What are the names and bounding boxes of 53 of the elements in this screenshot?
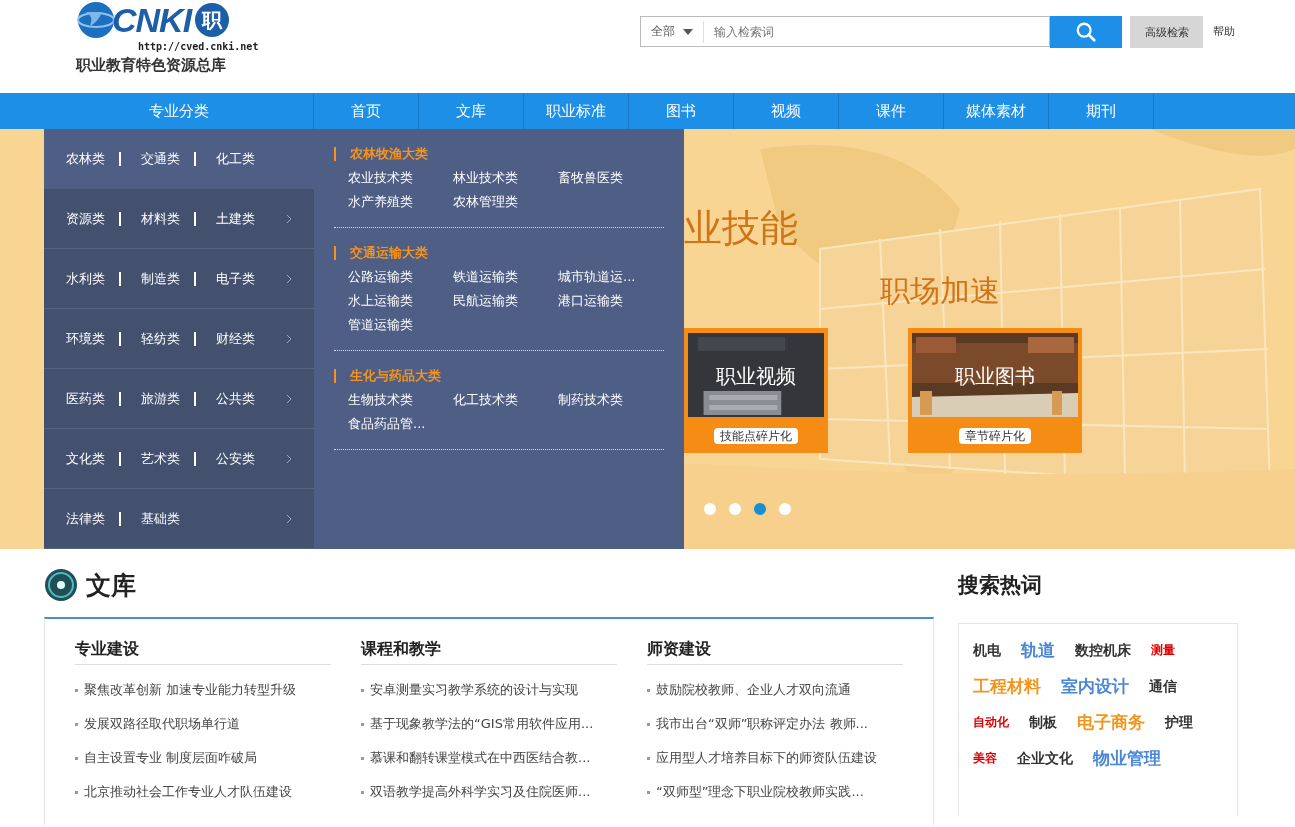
hot-word-link[interactable]: 制板 — [1029, 708, 1057, 736]
article-link[interactable]: 慕课和翻转课堂模式在中西医结合教... — [370, 749, 591, 767]
site-subtitle: 职业教育特色资源总库 — [76, 56, 227, 75]
bullet-icon — [361, 688, 364, 692]
scope-dropdown[interactable]: 全部 — [641, 23, 683, 40]
hot-word-link[interactable]: 通信 — [1149, 672, 1177, 700]
logo-badge: 职 — [195, 3, 230, 37]
article-link[interactable]: 鼓励院校教师、企业人才双向流通 — [656, 681, 851, 699]
bullet-icon — [647, 756, 650, 760]
advanced-search-button[interactable]: 高级检索 — [1130, 16, 1203, 48]
hot-word-link[interactable]: 物业管理 — [1093, 744, 1161, 772]
hot-word-link[interactable]: 轨道 — [1021, 636, 1055, 664]
hot-word-link[interactable]: 美容 — [973, 744, 997, 772]
caret-icon — [683, 28, 693, 35]
section-title: 搜索热词 — [958, 572, 1043, 599]
hot-word-link[interactable]: 测量 — [1151, 636, 1175, 664]
hot-word-link[interactable]: 数控机床 — [1075, 636, 1131, 664]
search-button[interactable] — [1050, 16, 1122, 48]
article-link[interactable]: 我市出台“双师”职称评定办法 教师... — [656, 715, 868, 733]
bullet-icon — [361, 790, 364, 794]
bullet-icon — [361, 722, 364, 726]
bullet-icon — [647, 790, 650, 794]
logo-url: http://cved.cnki.net — [138, 41, 260, 52]
logo-wordmark: CNKI — [112, 0, 192, 40]
article-link[interactable]: 自主设置专业 制度层面咋破局 — [84, 749, 258, 767]
bullet-icon — [647, 722, 650, 726]
disc-icon — [44, 568, 78, 602]
bullet-icon — [75, 722, 78, 726]
hot-word-link[interactable]: 机电 — [973, 636, 1001, 664]
search-icon — [1075, 21, 1097, 43]
article-link[interactable]: 基于现象教学法的“GIS常用软件应用... — [370, 715, 594, 733]
article-link[interactable]: 双语教学提高外科学实习及住院医师... — [370, 783, 591, 801]
article-link[interactable]: “双师型”理念下职业院校教师实践... — [656, 783, 864, 801]
article-link[interactable]: 聚焦改革创新 加速专业能力转型升级 — [84, 681, 297, 699]
article-link[interactable]: 北京推动社会工作专业人才队伍建设 — [84, 783, 292, 801]
column-heading: 师资建设 — [647, 639, 903, 665]
search-field[interactable]: 全部 输入检索词 — [640, 16, 1050, 47]
help-link[interactable]: 帮助 — [1213, 16, 1235, 48]
bullet-icon — [647, 688, 650, 692]
hot-word-link[interactable]: 护理 — [1165, 708, 1193, 736]
bullet-icon — [75, 790, 78, 794]
article-link[interactable]: 安卓测量实习教学系统的设计与实现 — [370, 681, 578, 699]
hot-word-link[interactable]: 室内设计 — [1061, 672, 1129, 700]
hot-word-link[interactable]: 企业文化 — [1017, 744, 1073, 772]
bullet-icon — [75, 688, 78, 692]
bullet-icon — [361, 756, 364, 760]
article-link[interactable]: 应用型人才培养目标下的师资队伍建设 — [656, 749, 877, 767]
section-title: 文库 — [86, 569, 136, 602]
column-heading: 专业建设 — [75, 639, 331, 665]
column-heading: 课程和教学 — [361, 639, 617, 665]
hot-word-link[interactable]: 自动化 — [973, 708, 1009, 736]
bullet-icon — [75, 756, 78, 760]
article-link[interactable]: 发展双路径取代职场单行道 — [84, 715, 240, 733]
